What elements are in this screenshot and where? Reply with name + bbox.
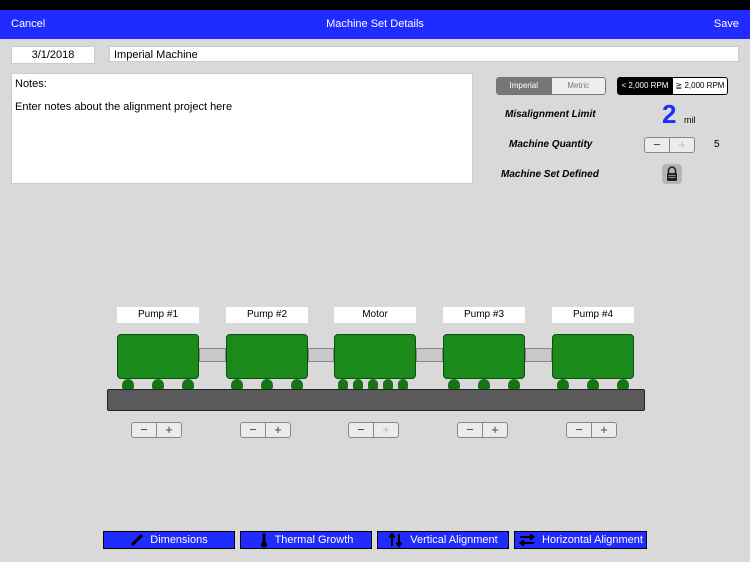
feet-increment-button[interactable]: +: [265, 423, 290, 437]
page-title: Machine Set Details: [326, 18, 424, 30]
machine-pump-3[interactable]: [443, 334, 525, 379]
feet-increment-button[interactable]: +: [482, 423, 507, 437]
feet-stepper-pump-3: − +: [457, 422, 508, 438]
coupling-3: [416, 348, 443, 362]
quantity-stepper: − +: [644, 137, 695, 153]
tab-dimensions-label: Dimensions: [150, 534, 208, 546]
machine-quantity-label: Machine Quantity: [509, 139, 593, 150]
machine-pump-4[interactable]: [552, 334, 634, 379]
notes-text: Enter notes about the alignment project …: [15, 101, 233, 113]
machine-base: [107, 389, 645, 411]
tab-thermal-growth[interactable]: Thermal Growth: [240, 531, 372, 549]
machine-foot[interactable]: [231, 379, 243, 389]
vertical-arrows-icon: [388, 532, 403, 548]
units-metric-option[interactable]: Metric: [550, 78, 605, 94]
lock-icon[interactable]: [662, 164, 682, 184]
feet-increment-button[interactable]: +: [373, 423, 398, 437]
machine-foot[interactable]: [182, 379, 194, 389]
feet-stepper-motor: − +: [348, 422, 399, 438]
feet-decrement-button[interactable]: −: [458, 423, 482, 437]
feet-decrement-button[interactable]: −: [132, 423, 156, 437]
machine-label-motor[interactable]: Motor: [334, 307, 416, 323]
feet-decrement-button[interactable]: −: [241, 423, 265, 437]
machine-foot[interactable]: [617, 379, 629, 389]
tab-horizontal-alignment[interactable]: Horizontal Alignment: [514, 531, 647, 549]
units-imperial-option[interactable]: Imperial: [497, 78, 551, 94]
machine-foot[interactable]: [508, 379, 520, 389]
misalignment-limit-value[interactable]: 2: [662, 99, 676, 129]
feet-decrement-button[interactable]: −: [349, 423, 373, 437]
horizontal-arrows-icon: [518, 533, 536, 547]
machine-label-pump-3[interactable]: Pump #3: [443, 307, 525, 323]
save-button[interactable]: Save: [714, 18, 739, 30]
machine-motor[interactable]: [334, 334, 416, 379]
tab-thermal-growth-label: Thermal Growth: [274, 534, 354, 546]
machine-foot[interactable]: [587, 379, 599, 389]
coupling-1: [199, 348, 226, 362]
machine-foot[interactable]: [152, 379, 164, 389]
machine-label-pump-1[interactable]: Pump #1: [117, 307, 199, 323]
tab-vertical-alignment-label: Vertical Alignment: [410, 534, 498, 546]
machine-foot[interactable]: [291, 379, 303, 389]
machine-quantity-value: 5: [714, 139, 720, 150]
rpm-segmented-control: < 2,000 RPM ≧ 2,000 RPM: [617, 77, 728, 95]
feet-stepper-pump-2: − +: [240, 422, 291, 438]
machine-foot[interactable]: [261, 379, 273, 389]
feet-increment-button[interactable]: +: [591, 423, 616, 437]
coupling-2: [308, 348, 334, 362]
notes-area[interactable]: Notes: Enter notes about the alignment p…: [11, 73, 473, 184]
rpm-high-option[interactable]: ≧ 2,000 RPM: [672, 78, 727, 94]
tab-vertical-alignment[interactable]: Vertical Alignment: [377, 531, 509, 549]
date-field[interactable]: 3/1/2018: [11, 46, 95, 64]
thermometer-icon: [260, 533, 267, 548]
units-segmented-control: Imperial Metric: [496, 77, 606, 95]
misalignment-unit: mil: [684, 115, 696, 125]
machine-foot[interactable]: [557, 379, 569, 389]
navigation-bar: Cancel Machine Set Details Save: [0, 10, 750, 39]
machine-label-pump-2[interactable]: Pump #2: [226, 307, 308, 323]
machine-foot[interactable]: [353, 379, 363, 389]
machine-foot[interactable]: [448, 379, 460, 389]
misalignment-limit-label: Misalignment Limit: [505, 109, 596, 120]
quantity-decrement-button[interactable]: −: [645, 138, 669, 152]
feet-increment-button[interactable]: +: [156, 423, 181, 437]
ruler-icon: [131, 533, 144, 547]
status-bar: [0, 0, 750, 10]
machine-pump-2[interactable]: [226, 334, 308, 379]
machine-foot[interactable]: [368, 379, 378, 389]
feet-decrement-button[interactable]: −: [567, 423, 591, 437]
coupling-4: [525, 348, 552, 362]
machine-foot[interactable]: [338, 379, 348, 389]
tab-horizontal-alignment-label: Horizontal Alignment: [542, 534, 643, 546]
rpm-low-option[interactable]: < 2,000 RPM: [618, 78, 672, 94]
notes-label: Notes:: [15, 78, 47, 90]
machine-foot[interactable]: [478, 379, 490, 389]
machine-set-defined-label: Machine Set Defined: [501, 169, 599, 180]
quantity-increment-button[interactable]: +: [669, 138, 694, 152]
feet-stepper-pump-4: − +: [566, 422, 617, 438]
machine-label-pump-4[interactable]: Pump #4: [552, 307, 634, 323]
machine-pump-1[interactable]: [117, 334, 199, 379]
machine-foot[interactable]: [383, 379, 393, 389]
machine-foot[interactable]: [398, 379, 408, 389]
feet-stepper-pump-1: − +: [131, 422, 182, 438]
machine-foot[interactable]: [122, 379, 134, 389]
tab-dimensions[interactable]: Dimensions: [103, 531, 235, 549]
machine-name-field[interactable]: Imperial Machine: [109, 46, 739, 62]
